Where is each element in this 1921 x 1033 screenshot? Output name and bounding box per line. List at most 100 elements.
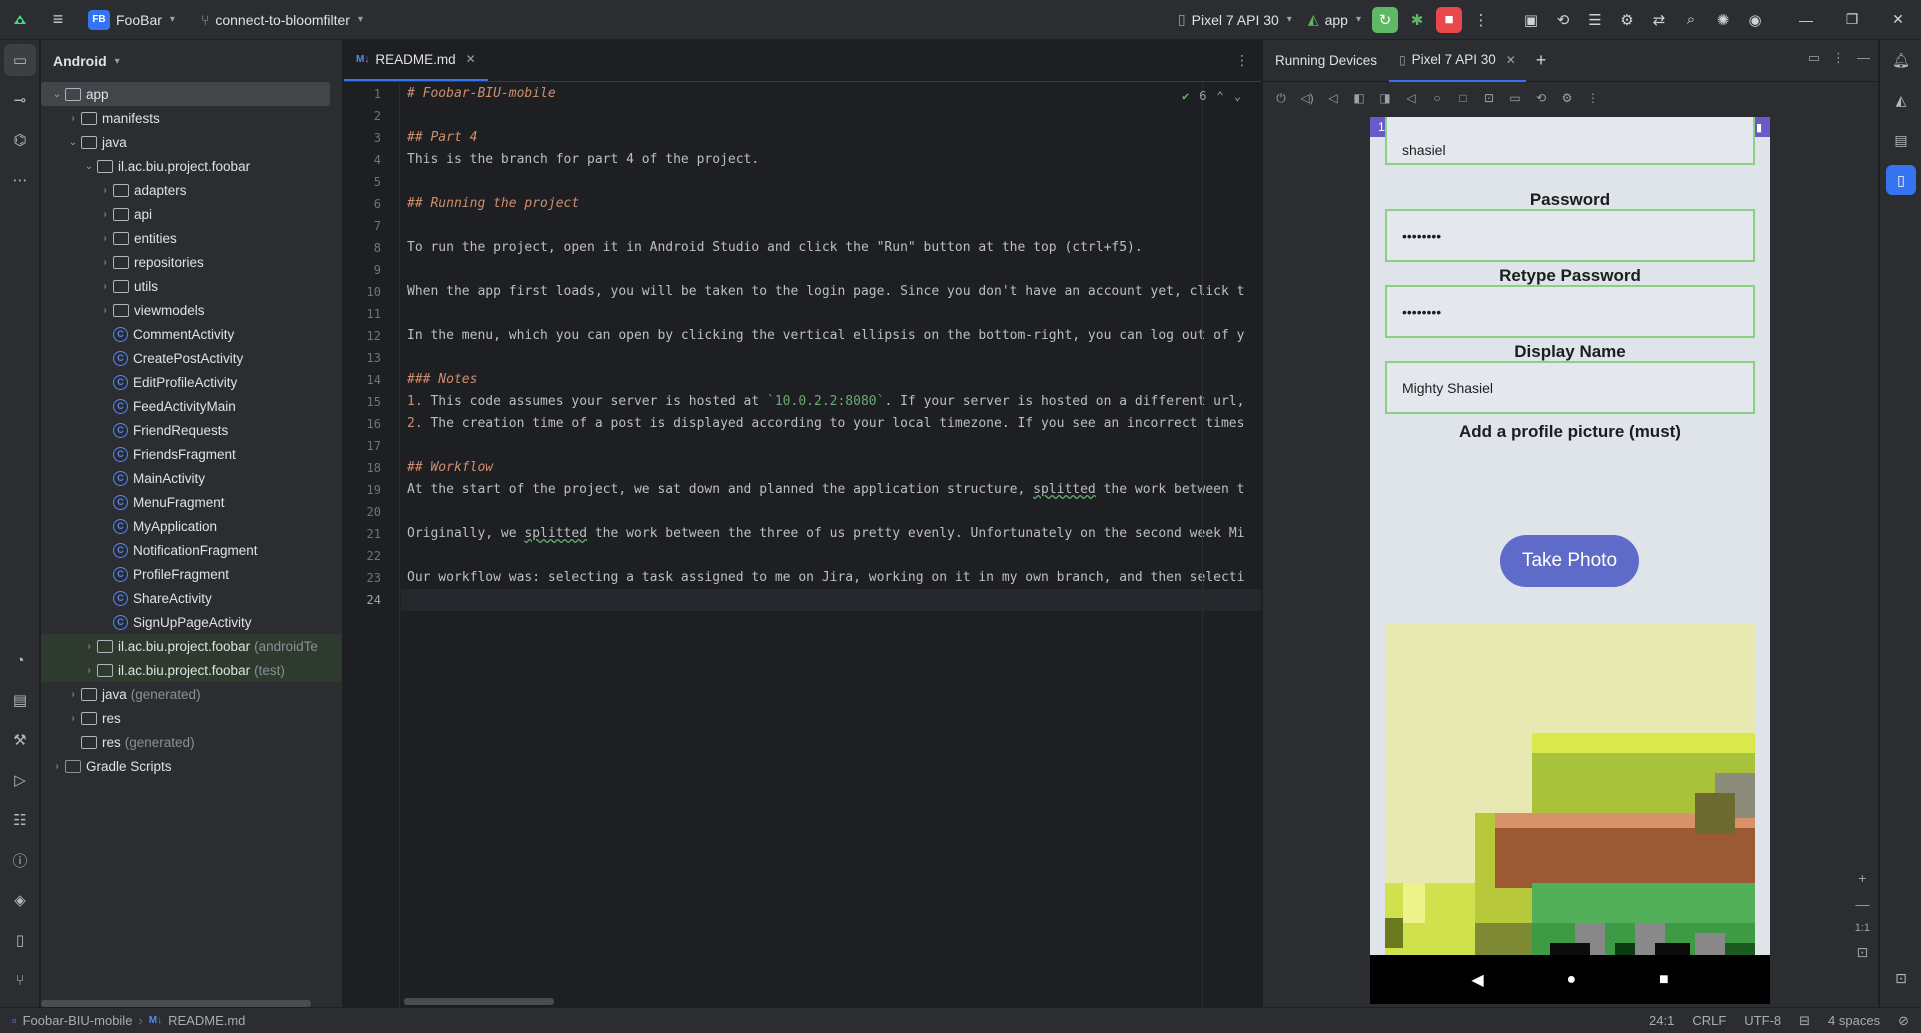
tree-item[interactable]: C FriendsFragment bbox=[41, 442, 342, 466]
code-line[interactable]: Originally, we splitted the work between… bbox=[401, 523, 1261, 545]
code-line[interactable] bbox=[401, 501, 1261, 523]
code-line[interactable]: In the menu, which you can open by click… bbox=[401, 325, 1261, 347]
volume-up-icon[interactable]: ◁) bbox=[1299, 91, 1315, 105]
display-name-field[interactable]: Mighty Shasiel bbox=[1385, 361, 1755, 414]
chevron-right-icon[interactable]: › bbox=[97, 257, 113, 268]
tree-item[interactable]: › il.ac.biu.project.foobar (androidTe bbox=[41, 634, 342, 658]
gradle-icon[interactable]: ◭ bbox=[1880, 80, 1921, 120]
structure-tool-icon[interactable]: ⌬ bbox=[0, 120, 40, 160]
code-line[interactable]: Our workflow was: selecting a task assig… bbox=[401, 567, 1261, 589]
editor-tabs-menu-icon[interactable]: ⋮ bbox=[1235, 52, 1249, 69]
device-manager-icon[interactable]: ▤ bbox=[1880, 120, 1921, 160]
code-line[interactable]: To run the project, open it in Android S… bbox=[401, 237, 1261, 259]
commit-tool-icon[interactable]: ⊸ bbox=[0, 80, 40, 120]
retype-password-field[interactable]: •••••••• bbox=[1385, 285, 1755, 338]
device-screen[interactable]: 11:01 ⚙ ▮ ▼ ◢ ▮ shasiel Password •••••••… bbox=[1370, 117, 1770, 1004]
project-tool-icon[interactable]: ▭ bbox=[4, 44, 36, 76]
tree-item[interactable]: › Gradle Scripts bbox=[41, 754, 342, 778]
close-tab-icon[interactable]: ✕ bbox=[466, 52, 476, 66]
rotate-left-icon[interactable]: ◧ bbox=[1351, 91, 1367, 105]
next-highlight-icon[interactable]: ⌄ bbox=[1234, 89, 1241, 103]
snapshot-icon[interactable]: ⟲ bbox=[1533, 91, 1549, 105]
debug-button[interactable]: ✱ bbox=[1401, 4, 1433, 36]
sync-gradle-icon[interactable]: ⇄ bbox=[1643, 4, 1675, 36]
screenshot-icon[interactable]: ⊡ bbox=[1481, 91, 1497, 105]
nav-back-icon[interactable]: ◀ bbox=[1471, 970, 1483, 990]
tree-item[interactable]: C SignUpPageActivity bbox=[41, 610, 342, 634]
tree-item[interactable]: › utils bbox=[41, 274, 342, 298]
tree-item[interactable]: C CommentActivity bbox=[41, 322, 342, 346]
inspection-widget[interactable]: ✔ 6 ⌃ ⌄ bbox=[1182, 89, 1241, 103]
zoom-in-icon[interactable]: + bbox=[1858, 870, 1866, 886]
chevron-right-icon[interactable]: › bbox=[97, 233, 113, 244]
tree-item[interactable]: › java (generated) bbox=[41, 682, 342, 706]
close-tab-icon[interactable]: ✕ bbox=[1506, 53, 1516, 67]
code-line[interactable] bbox=[401, 589, 1261, 611]
tree-item[interactable]: › il.ac.biu.project.foobar (test) bbox=[41, 658, 342, 682]
breadcrumb-project[interactable]: Foobar-BIU-mobile bbox=[23, 1013, 133, 1028]
problems-icon[interactable]: ⓘ bbox=[0, 840, 40, 880]
tree-item[interactable]: C ProfileFragment bbox=[41, 562, 342, 586]
prev-highlight-icon[interactable]: ⌃ bbox=[1217, 89, 1224, 103]
hide-panel-icon[interactable]: — bbox=[1857, 50, 1870, 66]
device-manager-icon[interactable]: ▣ bbox=[1515, 4, 1547, 36]
code-line[interactable]: This is the branch for part 4 of the pro… bbox=[401, 149, 1261, 171]
tree-item[interactable]: › entities bbox=[41, 226, 342, 250]
tree-item[interactable]: C ShareActivity bbox=[41, 586, 342, 610]
tab-device[interactable]: ▯ Pixel 7 API 30 ✕ bbox=[1389, 40, 1526, 82]
run-tool-icon[interactable]: ▷ bbox=[0, 760, 40, 800]
minimize-window-icon[interactable]: — bbox=[1783, 0, 1829, 40]
run-config-selector[interactable]: ◭ app ▾ bbox=[1300, 6, 1369, 34]
tree-item[interactable]: C FriendRequests bbox=[41, 418, 342, 442]
rerun-button[interactable]: ↻ bbox=[1372, 6, 1398, 33]
tree-item[interactable]: C MenuFragment bbox=[41, 490, 342, 514]
vcs-branch-switcher[interactable]: ⑂ connect-to-bloomfilter ▾ bbox=[193, 6, 371, 34]
chevron-down-icon[interactable]: ⌄ bbox=[49, 89, 65, 100]
chevron-right-icon[interactable]: › bbox=[65, 113, 81, 124]
code-view[interactable]: 1 2 3 4 5 6 7 8 9 10 11 12 13 14 15 16 17 18 19 20 21 22 23 24 … bbox=[344, 83, 1261, 1007]
restore-window-icon[interactable]: ❐ bbox=[1829, 0, 1875, 40]
tree-item[interactable]: C MyApplication bbox=[41, 514, 342, 538]
tree-item[interactable]: ⌄ il.ac.biu.project.foobar bbox=[41, 154, 342, 178]
chevron-right-icon[interactable]: › bbox=[65, 689, 81, 700]
chevron-down-icon[interactable]: ⌄ bbox=[65, 137, 81, 148]
code-line[interactable]: ## Workflow bbox=[401, 457, 1261, 479]
zoom-out-icon[interactable]: — bbox=[1855, 896, 1869, 912]
volume-down-icon[interactable]: ◁ bbox=[1325, 91, 1341, 105]
code-line[interactable]: ## Part 4 bbox=[401, 127, 1261, 149]
profiler-icon[interactable]: ◔ bbox=[0, 640, 40, 680]
horizontal-scrollbar[interactable] bbox=[41, 1000, 311, 1007]
more-tools-icon[interactable]: ⋯ bbox=[0, 160, 40, 200]
device-selector[interactable]: ▯ Pixel 7 API 30 ▾ bbox=[1170, 6, 1300, 34]
chevron-right-icon[interactable]: › bbox=[81, 665, 97, 676]
code-line[interactable] bbox=[401, 259, 1261, 281]
settings-gear-icon[interactable]: ✺ bbox=[1707, 4, 1739, 36]
tree-item[interactable]: C FeedActivityMain bbox=[41, 394, 342, 418]
logcat-icon[interactable]: ☷ bbox=[0, 800, 40, 840]
project-view-selector[interactable]: Android ▾ bbox=[41, 40, 342, 82]
code-line[interactable] bbox=[401, 105, 1261, 127]
power-icon[interactable]: ⏻ bbox=[1273, 91, 1289, 106]
code-line[interactable] bbox=[401, 215, 1261, 237]
code-line[interactable] bbox=[401, 171, 1261, 193]
tree-item[interactable]: C EditProfileActivity bbox=[41, 370, 342, 394]
more-icon[interactable]: ⋮ bbox=[1585, 91, 1601, 105]
back-icon[interactable]: ◁ bbox=[1403, 91, 1419, 105]
device-explorer-icon[interactable]: ▤ bbox=[0, 680, 40, 720]
chevron-right-icon[interactable]: › bbox=[65, 713, 81, 724]
code-line[interactable] bbox=[401, 545, 1261, 567]
layout-inspector-icon[interactable]: ⊡ bbox=[1880, 958, 1921, 998]
zoom-actual-size[interactable]: 1:1 bbox=[1855, 922, 1870, 934]
search-icon[interactable]: ⌕ bbox=[1675, 4, 1707, 36]
build-icon[interactable]: ⚒ bbox=[0, 720, 40, 760]
close-window-icon[interactable]: ✕ bbox=[1875, 0, 1921, 40]
nav-recents-icon[interactable]: ■ bbox=[1659, 971, 1669, 989]
chevron-right-icon[interactable]: › bbox=[81, 641, 97, 652]
chevron-right-icon[interactable]: › bbox=[97, 185, 113, 196]
chevron-down-icon[interactable]: ⌄ bbox=[81, 161, 97, 172]
line-separator[interactable]: CRLF bbox=[1692, 1013, 1726, 1028]
tree-item[interactable]: › repositories bbox=[41, 250, 342, 274]
code-line[interactable]: ## Running the project bbox=[401, 193, 1261, 215]
code-line[interactable]: At the start of the project, we sat down… bbox=[401, 479, 1261, 501]
tree-item[interactable]: › adapters bbox=[41, 178, 342, 202]
